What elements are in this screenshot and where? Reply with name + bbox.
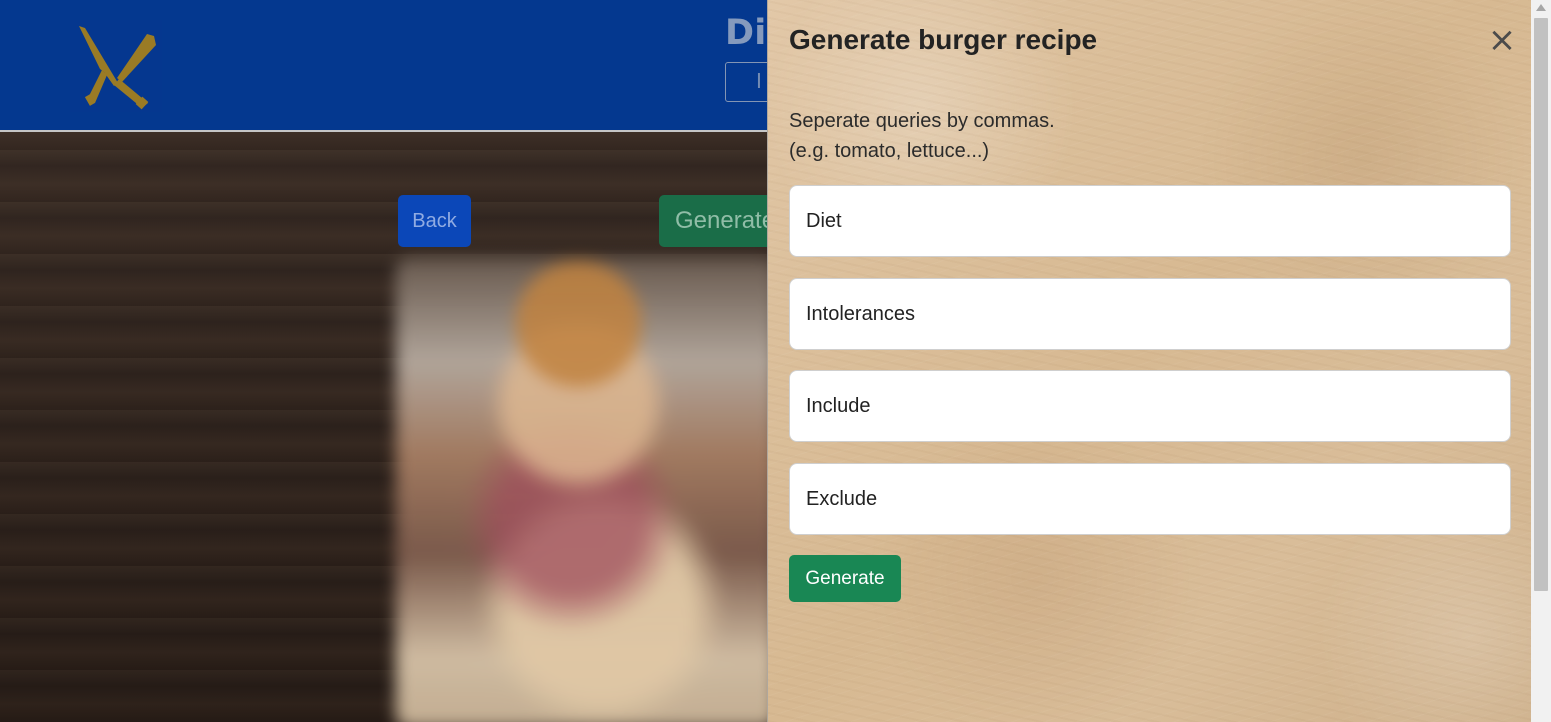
exclude-input[interactable] [789,463,1511,535]
header-outline-button-label: I [756,69,762,93]
scroll-up-icon[interactable] [1536,4,1546,11]
site-logo[interactable] [70,20,162,112]
help-text-line-1: Seperate queries by commas. [789,110,1055,132]
burger-image [396,258,776,722]
close-button[interactable]: × [1483,21,1521,59]
include-input[interactable] [789,370,1511,442]
crossed-knives-icon [79,26,156,110]
generate-button[interactable]: Generate [789,555,901,602]
intolerances-input[interactable] [789,278,1511,350]
scrollbar-thumb[interactable] [1534,18,1548,591]
panel-title: Generate burger recipe [789,24,1098,55]
back-button[interactable]: Back [398,195,471,247]
diet-input[interactable] [789,185,1511,257]
recipe-generator-panel: Generate burger recipe × Seperate querie… [767,0,1531,722]
header-outline-button[interactable]: I [725,62,767,102]
close-icon: × [1487,20,1517,60]
page-heading-fragment: Di [725,13,767,53]
help-text-line-2: (e.g. tomato, lettuce...) [789,140,990,162]
page: Di I Back Generate Generate burger recip… [0,0,1551,722]
top-navbar: Di I [0,0,767,132]
